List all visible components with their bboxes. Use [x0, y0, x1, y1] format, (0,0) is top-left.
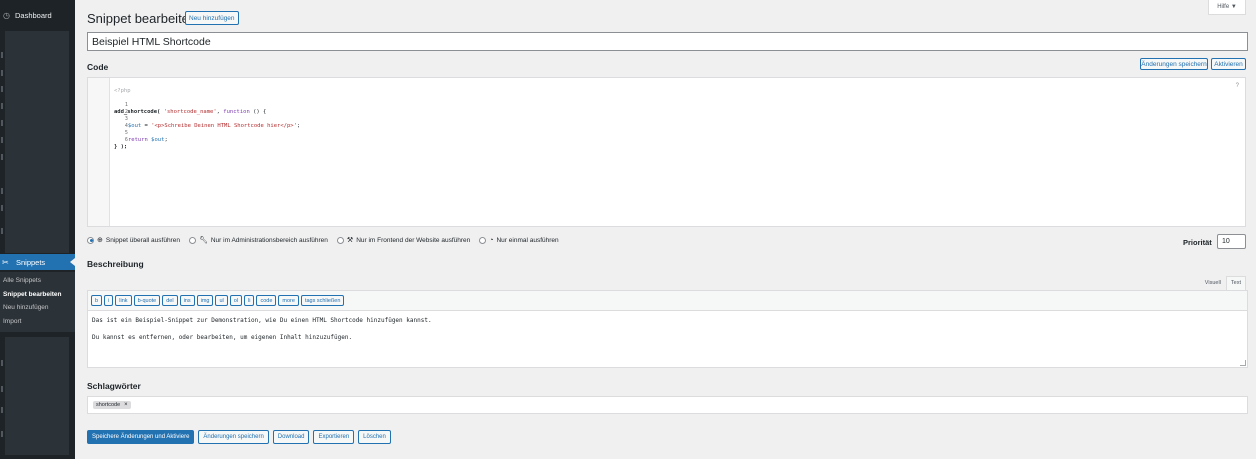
editor-help-icon[interactable]: ? — [1236, 83, 1239, 89]
sidebar-item-label: Dashboard — [15, 10, 52, 20]
menu-marker — [1, 86, 3, 92]
editor-tabs: Visuell Text — [1200, 276, 1246, 290]
quicktag-img-button[interactable]: img — [196, 295, 214, 306]
action-buttons: Speichere Änderungen und Aktiviere Änder… — [87, 430, 395, 444]
sidebar-item-snippets[interactable]: ✂ Snippets — [0, 254, 75, 270]
quicktag-ol-button[interactable]: ol — [229, 295, 243, 306]
scope-option-admin[interactable]: 🔧︎ Nur im Administrationsbereich ausführ… — [188, 236, 328, 244]
tags-input[interactable]: shortcode × — [87, 396, 1248, 414]
quicktag-link-button[interactable]: link — [115, 295, 132, 306]
snippet-title-input[interactable]: Beispiel HTML Shortcode — [87, 32, 1248, 51]
quicktag-more-button[interactable]: more — [278, 295, 299, 306]
submenu-import[interactable]: Import — [0, 315, 75, 329]
menu-marker — [1, 70, 3, 76]
menu-marker — [1, 228, 3, 234]
save-changes-button-top[interactable]: Änderungen speichern — [1140, 58, 1208, 70]
priority-input[interactable]: 10 — [1217, 234, 1246, 249]
scissors-icon: ✂ — [2, 257, 9, 267]
globe-icon: ⊕ — [97, 237, 103, 244]
radio-button[interactable] — [479, 236, 487, 244]
code-line: 4 — [124, 123, 128, 129]
menu-marker — [1, 386, 3, 392]
scope-option-everywhere[interactable]: ⊕ Snippet überall ausführen — [87, 236, 180, 244]
menu-marker — [1, 431, 3, 437]
quicktag-italic-button[interactable]: i — [104, 295, 114, 306]
tab-text[interactable]: Text — [1225, 276, 1246, 290]
quicktag-bold-button[interactable]: b — [91, 295, 103, 306]
activate-button-top[interactable]: Aktivieren — [1211, 58, 1246, 70]
submenu-add-new[interactable]: Neu hinzufügen — [0, 301, 75, 315]
tool-icon: ⚒ — [346, 237, 354, 244]
menu-marker — [1, 52, 3, 58]
sidebar-item-dashboard[interactable]: ◷ Dashboard — [0, 6, 75, 24]
radio-button[interactable] — [336, 236, 344, 244]
quicktag-code-button[interactable]: code — [256, 295, 277, 306]
submenu-all-snippets[interactable]: Alle Snippets — [0, 274, 75, 288]
radio-button[interactable] — [87, 236, 94, 244]
code-line: 2 — [124, 109, 128, 115]
radio-button[interactable] — [188, 236, 196, 244]
priority-label: Priorität — [1183, 238, 1212, 247]
description-paragraph: Das ist ein Beispiel-Snippet zur Demonst… — [92, 317, 432, 324]
quicktag-ins-button[interactable]: ins — [179, 295, 195, 306]
php-open-tag: <?php — [114, 88, 131, 94]
menu-marker — [1, 120, 3, 126]
code-line: 6 } ); — [114, 137, 128, 150]
description-textarea[interactable]: Das ist ein Beispiel-Snippet zur Demonst… — [92, 317, 432, 351]
save-and-activate-button[interactable]: Speichere Änderungen und Aktiviere — [87, 430, 195, 444]
scope-option-frontend[interactable]: ⚒ Nur im Frontend der Website ausführen — [336, 236, 470, 244]
sidebar-submenu: Alle Snippets Snippet bearbeiten Neu hin… — [0, 272, 75, 332]
quicktag-close-tags-button[interactable]: tags schließen — [300, 295, 345, 306]
code-line-php: <?php — [88, 81, 131, 94]
quicktag-del-button[interactable]: del — [162, 295, 178, 306]
code-section-label: Code — [87, 62, 109, 72]
dashboard-icon: ◷ — [3, 10, 10, 20]
wrench-icon: 🔧︎ — [198, 237, 208, 244]
sidebar-menu-collapsed-lower — [5, 337, 69, 455]
description-paragraph: Du kannst es entfernen, oder bearbeiten,… — [92, 334, 353, 341]
sidebar-menu-collapsed — [5, 31, 69, 253]
export-button[interactable]: Exportieren — [313, 430, 355, 444]
description-section-label: Beschreibung — [87, 259, 144, 269]
quicktag-li-button[interactable]: li — [244, 295, 255, 306]
clock-icon: ◔ — [489, 236, 494, 244]
add-new-button[interactable]: Neu hinzufügen — [185, 11, 239, 25]
code-line: 1 add_shortcode( 'shortcode_name', funct… — [114, 102, 267, 115]
menu-marker — [1, 360, 3, 366]
main-content: Hilfe ▼ Snippet bearbeiten Neu hinzufüge… — [75, 0, 1256, 459]
code-editor[interactable]: <?php 1 add_shortcode( 'shortcode_name',… — [87, 77, 1246, 227]
submenu-edit-snippet[interactable]: Snippet bearbeiten — [0, 288, 75, 302]
tab-visual[interactable]: Visuell — [1200, 276, 1226, 290]
description-editor: b i link b-quote del ins img ul ol li co… — [87, 290, 1248, 368]
tags-section-label: Schlagwörter — [87, 381, 141, 391]
save-changes-button[interactable]: Änderungen speichern — [198, 430, 269, 444]
scope-options: ⊕ Snippet überall ausführen 🔧︎ Nur im Ad… — [87, 236, 568, 244]
menu-marker — [1, 103, 3, 109]
quicktag-blockquote-button[interactable]: b-quote — [133, 295, 161, 306]
sidebar-item-label: Snippets — [16, 257, 46, 267]
menu-marker — [1, 154, 3, 160]
menu-marker — [1, 205, 3, 211]
tag-chip: shortcode × — [93, 401, 131, 409]
scope-option-once[interactable]: ◔ Nur einmal ausführen — [479, 236, 559, 244]
quicktags-toolbar: b i link b-quote del ins img ul ol li co… — [88, 291, 1247, 311]
menu-marker — [1, 188, 3, 194]
code-line: 3 $out = '<p>Schreibe Deinen HTML Shortc… — [124, 116, 301, 129]
quicktag-ul-button[interactable]: ul — [215, 295, 228, 306]
code-line: 5 return $out; — [124, 130, 168, 143]
help-tab[interactable]: Hilfe ▼ — [1208, 0, 1246, 15]
download-button[interactable]: Download — [272, 430, 310, 444]
delete-button[interactable]: Löschen — [358, 430, 391, 444]
menu-marker — [1, 137, 3, 143]
remove-tag-icon[interactable]: × — [124, 402, 128, 408]
page-title: Snippet bearbeiten — [87, 11, 197, 26]
admin-sidebar: ◷ Dashboard ✂ Snippets Alle Snippets Sni… — [0, 0, 75, 459]
menu-marker — [1, 407, 3, 413]
resize-handle[interactable] — [1240, 360, 1246, 366]
